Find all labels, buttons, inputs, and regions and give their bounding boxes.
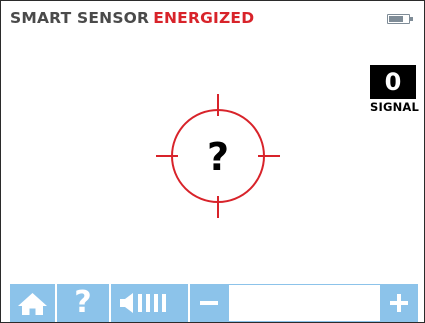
signal-value: 0	[370, 65, 416, 99]
volume-level-bar	[162, 294, 166, 312]
decrease-button[interactable]	[190, 284, 228, 322]
adjust-track[interactable]	[228, 284, 382, 322]
help-icon: ?	[74, 285, 92, 320]
minus-icon	[200, 301, 218, 305]
bottom-toolbar: ?	[10, 284, 418, 322]
crosshair-reticle-icon: ?	[156, 94, 280, 218]
status-state: ENERGIZED	[153, 9, 255, 27]
signal-readout: 0 SIGNAL	[370, 65, 420, 114]
help-button[interactable]: ?	[57, 284, 109, 322]
volume-button[interactable]	[111, 284, 188, 322]
speaker-volume-icon	[120, 293, 166, 313]
increase-button[interactable]	[380, 284, 418, 322]
device-screen: SMART SENSOR ENERGIZED 0 SIGNAL ? ?	[0, 0, 425, 323]
battery-icon	[387, 14, 413, 24]
volume-level-bar	[154, 294, 158, 312]
home-icon	[18, 293, 47, 315]
volume-level-bar	[138, 294, 142, 312]
volume-level-bar	[146, 294, 150, 312]
status-header: SMART SENSOR ENERGIZED	[10, 9, 254, 29]
plus-icon	[390, 294, 408, 312]
status-prefix: SMART SENSOR	[10, 9, 150, 27]
target-symbol: ?	[207, 135, 229, 179]
home-button[interactable]	[10, 284, 55, 322]
signal-label: SIGNAL	[370, 100, 420, 114]
